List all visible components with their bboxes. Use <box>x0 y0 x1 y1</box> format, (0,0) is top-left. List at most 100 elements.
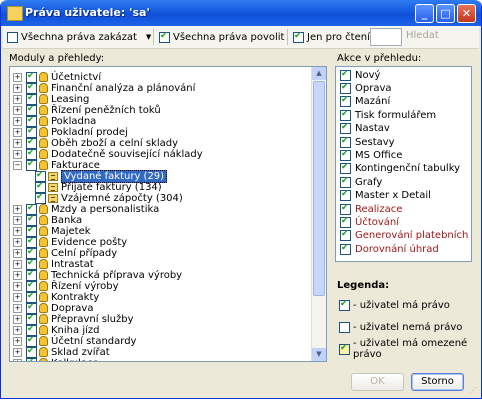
expand-icon[interactable]: + <box>13 336 22 346</box>
tree-item[interactable]: + Řízení výroby <box>13 280 119 292</box>
deny-all-button[interactable]: Všechna práva zakázat ▼ <box>7 30 151 44</box>
tree-item[interactable]: − Fakturace <box>13 159 100 171</box>
expand-icon[interactable]: + <box>13 237 22 247</box>
tree-item[interactable]: + Majetek <box>13 225 91 237</box>
tree-item[interactable]: + Banka <box>13 214 82 226</box>
checked-box-icon[interactable] <box>26 93 37 105</box>
checked-box-icon[interactable] <box>340 203 351 215</box>
action-item[interactable]: Kontingenční tabulky <box>340 162 460 175</box>
tree-item[interactable]: Vydané faktury (29) <box>31 169 168 183</box>
checked-box-icon[interactable] <box>26 258 37 270</box>
expand-icon[interactable]: + <box>13 292 22 302</box>
checked-box-icon[interactable] <box>340 229 351 242</box>
tree-item[interactable]: + Leasing <box>13 93 89 105</box>
checked-box-icon[interactable] <box>26 236 37 248</box>
checked-box-icon[interactable] <box>26 324 37 336</box>
checked-box-icon[interactable] <box>340 69 351 81</box>
read-only-toggle[interactable]: Jen pro čtení <box>293 30 370 44</box>
scroll-down-icon[interactable]: ▼ <box>312 348 326 361</box>
action-item[interactable]: Mazání <box>340 95 390 108</box>
modules-tree[interactable]: + Kalkulace + Sklad zvířat + Účetní standardy… <box>9 66 327 362</box>
expand-icon[interactable]: + <box>13 127 22 137</box>
expand-icon[interactable]: + <box>13 259 22 269</box>
checked-box-icon[interactable] <box>26 291 37 303</box>
checked-box-icon[interactable] <box>340 243 351 255</box>
tree-item[interactable]: + Pokladna <box>13 115 96 127</box>
expand-icon[interactable]: + <box>13 83 22 93</box>
action-item[interactable]: Nový <box>340 69 380 81</box>
checked-box-icon[interactable] <box>35 181 46 193</box>
tree-item[interactable]: + Mzdy a personalistika <box>13 203 159 215</box>
expand-icon[interactable]: + <box>13 270 22 280</box>
expand-icon[interactable]: + <box>13 281 22 291</box>
checked-box-icon[interactable] <box>340 95 351 108</box>
tree-item[interactable]: + Doprava <box>13 302 93 314</box>
expand-icon[interactable]: + <box>13 204 22 214</box>
tree-item[interactable]: + Kontrakty <box>13 291 99 303</box>
action-item[interactable]: Tisk formulářem <box>340 109 436 121</box>
dropdown-arrow-icon[interactable]: ▼ <box>146 33 151 41</box>
action-item[interactable]: Realizace <box>340 203 402 215</box>
expand-icon[interactable]: + <box>13 116 22 126</box>
tree-item[interactable]: Přijaté faktury (134) <box>31 181 162 193</box>
tree-item[interactable]: + Technická příprava výroby <box>13 269 182 281</box>
checked-box-icon[interactable] <box>26 269 37 281</box>
tree-item[interactable]: + Pokladní prodej <box>13 126 128 138</box>
checked-box-icon[interactable] <box>26 71 37 83</box>
action-item[interactable]: Sestavy <box>340 136 395 148</box>
cancel-button[interactable]: Storno <box>411 373 464 391</box>
expand-icon[interactable]: + <box>13 94 22 104</box>
resize-grip-icon[interactable]: ⋰ <box>469 386 479 396</box>
checked-box-icon[interactable] <box>340 82 351 94</box>
checked-box-icon[interactable] <box>340 189 351 202</box>
checked-box-icon[interactable] <box>26 225 37 237</box>
checked-box-icon[interactable] <box>340 176 351 188</box>
tree-item[interactable]: + Evidence pošty <box>13 236 127 248</box>
title-bar[interactable]: Práva uživatele: 'sa' _ □ ✕ <box>1 0 481 26</box>
expand-icon[interactable]: + <box>13 248 22 258</box>
tree-item[interactable]: + Finanční analýza a plánování <box>13 82 195 94</box>
checked-box-icon[interactable] <box>26 313 37 325</box>
tree-item[interactable]: + Řízení peněžních toků <box>13 104 161 116</box>
checked-box-icon[interactable] <box>26 247 37 259</box>
checked-box-icon[interactable] <box>26 137 37 149</box>
checked-box-icon[interactable] <box>26 126 37 138</box>
checked-box-icon[interactable] <box>26 148 37 160</box>
minimize-button[interactable]: _ <box>415 4 434 23</box>
checked-box-icon[interactable] <box>26 159 37 171</box>
checked-box-icon[interactable] <box>340 122 351 135</box>
tree-item[interactable]: + Oběh zboží a celní sklady <box>13 137 178 149</box>
checked-box-icon[interactable] <box>340 216 351 228</box>
checked-box-icon[interactable] <box>340 136 351 148</box>
expand-icon[interactable]: + <box>13 149 22 159</box>
tree-scrollbar[interactable]: ▲ ▼ <box>311 67 326 361</box>
search-input[interactable] <box>370 28 402 46</box>
checked-box-icon[interactable] <box>26 104 37 116</box>
expand-icon[interactable]: + <box>13 325 22 335</box>
expand-icon[interactable]: + <box>13 72 22 82</box>
checked-box-icon[interactable] <box>35 170 46 182</box>
action-item[interactable]: Oprava <box>340 82 392 94</box>
tree-item[interactable]: + Intrastat <box>13 258 94 270</box>
action-item[interactable]: Dorovnání úhrad <box>340 243 439 255</box>
action-item[interactable]: Grafy <box>340 176 382 188</box>
search-button[interactable]: Hledat <box>406 30 439 41</box>
allow-all-button[interactable]: Všechna práva povolit ▼ <box>159 30 299 44</box>
tree-item[interactable]: + Účetnictví <box>13 71 101 83</box>
tree-item[interactable]: + Dodatečně související náklady <box>13 148 203 160</box>
checked-box-icon[interactable] <box>340 149 351 161</box>
checked-box-icon[interactable] <box>340 109 351 121</box>
expand-icon[interactable]: + <box>13 226 22 236</box>
checked-box-icon[interactable] <box>26 115 37 127</box>
ok-button[interactable]: OK <box>351 373 404 391</box>
action-item[interactable]: Master x Detail <box>340 189 431 202</box>
expand-icon[interactable]: + <box>13 347 22 357</box>
checked-box-icon[interactable] <box>26 346 37 358</box>
checked-box-icon[interactable] <box>26 280 37 292</box>
maximize-button[interactable]: □ <box>436 4 455 23</box>
close-button[interactable]: ✕ <box>457 4 476 23</box>
tree-item[interactable]: + Kniha jízd <box>13 324 99 336</box>
expand-icon[interactable]: + <box>13 358 22 361</box>
tree-item[interactable]: + Celní případy <box>13 247 117 259</box>
action-item[interactable]: Nastav <box>340 122 390 135</box>
